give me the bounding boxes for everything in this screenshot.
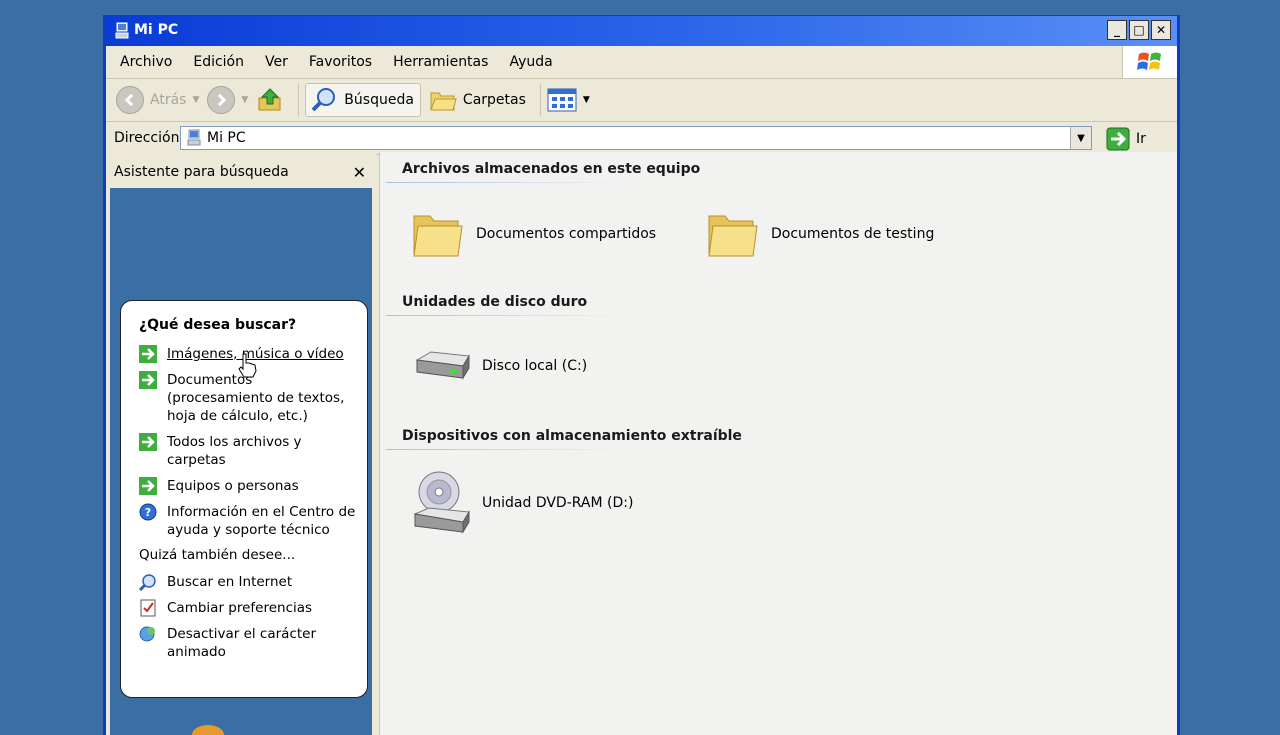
address-dropdown-button[interactable]: ▼ — [1070, 127, 1091, 149]
folders-label: Carpetas — [462, 92, 526, 108]
item-label: Documentos de testing — [771, 226, 935, 242]
item-label: Disco local (C:) — [482, 358, 588, 374]
windows-logo-icon — [1122, 46, 1177, 78]
folders-icon — [430, 92, 457, 111]
option-label: Desactivar el carácter animado — [167, 626, 317, 660]
address-input[interactable]: Mi PC ▼ — [180, 126, 1092, 150]
menu-archivo[interactable]: Archivo — [120, 54, 172, 70]
menu-herramientas[interactable]: Herramientas — [393, 54, 488, 70]
search-option-help[interactable]: ? Información en el Centro de ayuda y so… — [139, 503, 367, 539]
item-label: Unidad DVD-RAM (D:) — [482, 495, 634, 511]
toolbar-separator — [539, 84, 541, 116]
search-pane: Asistente para búsqueda ✕ ¿Qué desea bus… — [106, 152, 376, 735]
search-balloon: ¿Qué desea buscar? Imágenes, música o ví… — [120, 300, 368, 698]
section-title: Unidades de disco duro — [402, 294, 588, 310]
folder-icon — [708, 215, 758, 257]
toolbar: Atrás ▼ ▼ Búsqueda Carpetas ▼ — [106, 79, 1177, 122]
go-label: Ir — [1136, 131, 1146, 147]
section-title: Archivos almacenados en este equipo — [402, 161, 701, 177]
item-label: Documentos compartidos — [476, 226, 657, 242]
drive-item-d[interactable]: Unidad DVD-RAM (D:) — [410, 470, 633, 536]
section-divider — [386, 182, 626, 183]
option-label: Buscar en Internet — [167, 574, 293, 590]
main-pane: Archivos almacenados en este equipo Docu… — [379, 152, 1177, 735]
preferences-icon — [140, 599, 156, 617]
title-bar[interactable]: Mi PC _ □ ✕ — [106, 16, 1177, 46]
address-label: Dirección — [114, 130, 180, 146]
search-pane-body: ¿Qué desea buscar? Imágenes, música o ví… — [110, 188, 372, 735]
search-pane-title: Asistente para búsqueda — [114, 164, 289, 180]
search-pane-header: Asistente para búsqueda ✕ — [110, 158, 372, 186]
views-icon — [547, 88, 577, 112]
search-option-documents[interactable]: Documentos (procesamiento de textos, hoj… — [139, 371, 367, 425]
search-internet-icon — [139, 574, 156, 591]
maximize-button[interactable]: □ — [1129, 20, 1149, 40]
green-arrow-icon — [139, 433, 157, 451]
character-icon — [139, 626, 155, 642]
close-button[interactable]: ✕ — [1151, 20, 1171, 40]
section-divider — [386, 315, 626, 316]
green-arrow-icon — [139, 477, 157, 495]
window-title: Mi PC — [134, 22, 179, 38]
content-area: Asistente para búsqueda ✕ ¿Qué desea bus… — [106, 152, 1177, 735]
my-computer-icon — [187, 129, 201, 146]
search-prompt: ¿Qué desea buscar? — [139, 317, 297, 333]
also-option-preferences[interactable]: Cambiar preferencias — [139, 599, 367, 617]
explorer-window: Mi PC _ □ ✕ Archivo Edición Ver Favorito… — [103, 15, 1180, 735]
chevron-down-icon[interactable]: ▼ — [583, 95, 590, 105]
folders-button[interactable]: Carpetas — [429, 87, 526, 113]
go-button[interactable]: Ir — [1106, 127, 1146, 151]
menu-bar: Archivo Edición Ver Favoritos Herramient… — [106, 46, 1177, 79]
up-folder-icon — [258, 88, 281, 111]
green-arrow-icon — [139, 371, 157, 389]
section-divider — [386, 449, 626, 450]
also-option-character[interactable]: Desactivar el carácter animado — [139, 625, 367, 661]
back-arrow-icon — [116, 86, 144, 114]
search-icon — [311, 88, 336, 112]
drive-item-c[interactable]: Disco local (C:) — [410, 338, 587, 394]
search-option-computers[interactable]: Equipos o personas — [139, 477, 367, 495]
section-title: Dispositivos con almacenamiento extraíbl… — [402, 428, 742, 444]
green-arrow-icon — [139, 345, 157, 363]
chevron-down-icon[interactable]: ▼ — [241, 95, 248, 105]
also-label: Quizá también desee... — [139, 547, 296, 563]
folder-item-testing[interactable]: Documentos de testing — [705, 206, 934, 262]
dvd-drive-icon — [413, 471, 470, 534]
menu-ayuda[interactable]: Ayuda — [509, 54, 552, 70]
search-option-all-files[interactable]: Todos los archivos y carpetas — [139, 433, 367, 469]
forward-arrow-icon — [207, 86, 236, 114]
forward-button[interactable]: ▼ — [207, 86, 248, 114]
my-computer-icon — [115, 22, 129, 39]
chevron-down-icon[interactable]: ▼ — [192, 95, 199, 105]
hand-cursor-icon — [238, 353, 257, 378]
toolbar-separator — [298, 84, 300, 116]
minimize-button[interactable]: _ — [1107, 20, 1127, 40]
search-button[interactable]: Búsqueda — [305, 83, 421, 117]
option-label: Información en el Centro de ayuda y sopo… — [167, 504, 356, 538]
menu-favoritos[interactable]: Favoritos — [309, 54, 372, 70]
option-label: Cambiar preferencias — [167, 600, 313, 616]
character-peek-icon — [192, 725, 224, 735]
folder-icon — [413, 215, 463, 257]
back-label: Atrás — [150, 92, 187, 108]
option-label: Equipos o personas — [167, 478, 299, 494]
menu-ver[interactable]: Ver — [265, 54, 288, 70]
go-arrow-icon — [1106, 127, 1130, 151]
hard-drive-icon — [415, 351, 470, 380]
search-label: Búsqueda — [344, 92, 414, 108]
address-value: Mi PC — [207, 130, 246, 146]
close-icon[interactable]: ✕ — [353, 163, 366, 182]
folder-item-shared[interactable]: Documentos compartidos — [410, 206, 656, 262]
views-button[interactable]: ▼ — [547, 88, 590, 112]
svg-text:?: ? — [145, 506, 151, 519]
option-label: Todos los archivos y carpetas — [167, 434, 302, 468]
up-folder-button[interactable] — [256, 86, 284, 114]
option-label: Documentos (procesamiento de textos, hoj… — [167, 372, 345, 424]
menu-edicion[interactable]: Edición — [193, 54, 244, 70]
help-icon: ? — [139, 503, 157, 521]
also-option-internet[interactable]: Buscar en Internet — [139, 573, 367, 591]
back-button[interactable]: Atrás ▼ — [116, 86, 199, 114]
address-bar: Dirección Mi PC ▼ Ir — [106, 122, 1177, 155]
